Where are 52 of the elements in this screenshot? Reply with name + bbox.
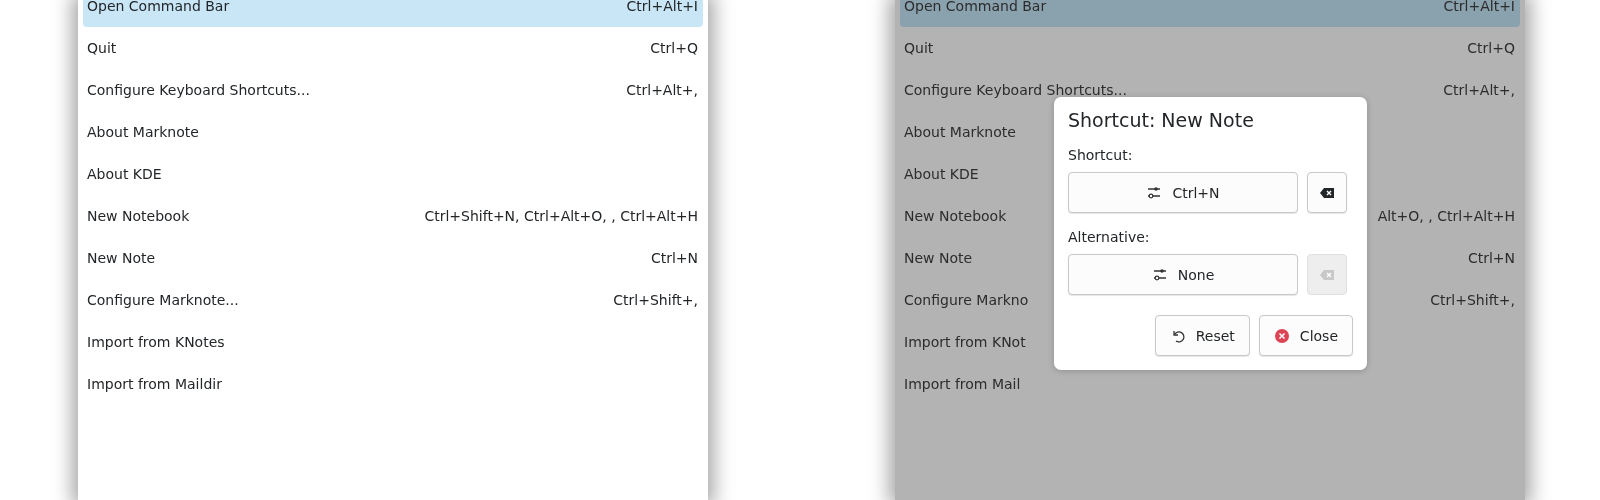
- menu-item[interactable]: Import from KNotes: [83, 321, 703, 363]
- shortcut-text: Ctrl+Alt+I: [626, 0, 698, 14]
- menu-item-label: Configure Marknote...: [87, 292, 239, 308]
- menu-item-label: Open Command Bar: [87, 0, 230, 14]
- shortcut-button[interactable]: Ctrl+N: [1068, 172, 1298, 213]
- menu-item-label: New Note: [904, 250, 973, 266]
- shortcut-text: Ctrl+Q: [1467, 40, 1515, 56]
- menu-item-label: Import from KNotes: [87, 334, 225, 350]
- menu-item-label: Configure Markno: [904, 292, 1029, 308]
- shortcut-text: Ctrl+Shift+,: [613, 292, 698, 308]
- menu-item-label: Import from Maildir: [87, 376, 222, 392]
- menu-item-label: Quit: [904, 40, 934, 56]
- shortcut-text: Ctrl+N: [650, 250, 698, 266]
- menu-item-label: About Marknote: [87, 124, 199, 140]
- shortcut-text: Ctrl+Q: [650, 40, 698, 56]
- close-icon: [1273, 327, 1290, 344]
- menu-item[interactable]: Import from Maildir: [83, 363, 703, 405]
- shortcut-text: Ctrl+Shift+N, Ctrl+Alt+O, , Ctrl+Alt+H: [424, 208, 698, 224]
- menu-item[interactable]: New Note Ctrl+N: [83, 237, 703, 279]
- menu-item[interactable]: About KDE: [83, 153, 703, 195]
- menu-item-label: Configure Keyboard Shortcuts...: [904, 82, 1127, 98]
- menu-item-label: Quit: [87, 40, 117, 56]
- menu-item[interactable]: New Notebook Ctrl+Shift+N, Ctrl+Alt+O, , Ctrl+Alt+H: [83, 195, 703, 237]
- shortcut-text: Ctrl+Shift+,: [1430, 292, 1515, 308]
- menu-item[interactable]: About Marknote: [83, 111, 703, 153]
- sliders-icon: [1151, 266, 1168, 283]
- menu-item-label: Import from Mail: [904, 376, 1021, 392]
- clear-button[interactable]: [1307, 172, 1347, 213]
- reset-button[interactable]: Reset: [1154, 315, 1250, 356]
- menu-item-label: Configure Keyboard Shortcuts...: [87, 82, 310, 98]
- shortcut-text: Ctrl+N: [1467, 250, 1515, 266]
- menu-item-label: New Notebook: [904, 208, 1007, 224]
- shortcut-text: Ctrl+Alt+,: [626, 82, 698, 98]
- shortcut-button[interactable]: None: [1068, 254, 1298, 295]
- shortcut-text: Alt+O, , Ctrl+Alt+H: [1377, 208, 1515, 224]
- menu-item[interactable]: Open Command Bar Ctrl+Alt+I: [900, 0, 1520, 27]
- menu-item-label: Open Command Bar: [904, 0, 1047, 14]
- menu-item[interactable]: Quit Ctrl+Q: [83, 27, 703, 69]
- close-button[interactable]: Close: [1258, 315, 1353, 356]
- dialog-title: Shortcut: New Note: [1068, 109, 1255, 131]
- menu-item[interactable]: Quit Ctrl+Q: [900, 27, 1520, 69]
- menu-item-label: New Notebook: [87, 208, 190, 224]
- shortcut-text: Ctrl+Alt+,: [1443, 82, 1515, 98]
- sliders-icon: [1146, 184, 1163, 201]
- menu-item[interactable]: Configure Marknote... Ctrl+Shift+,: [83, 279, 703, 321]
- shortcut-text: Ctrl+Alt+I: [1443, 0, 1515, 14]
- menu-item-label: New Note: [87, 250, 156, 266]
- menu-item[interactable]: Configure Keyboard Shortcuts... Ctrl+Alt+,: [83, 69, 703, 111]
- menu-item-label: About KDE: [87, 166, 162, 182]
- field-label: Alternative:: [1068, 229, 1151, 245]
- field-label: Shortcut:: [1068, 147, 1134, 163]
- menu-item[interactable]: Open Command Bar Ctrl+Alt+I: [83, 0, 703, 27]
